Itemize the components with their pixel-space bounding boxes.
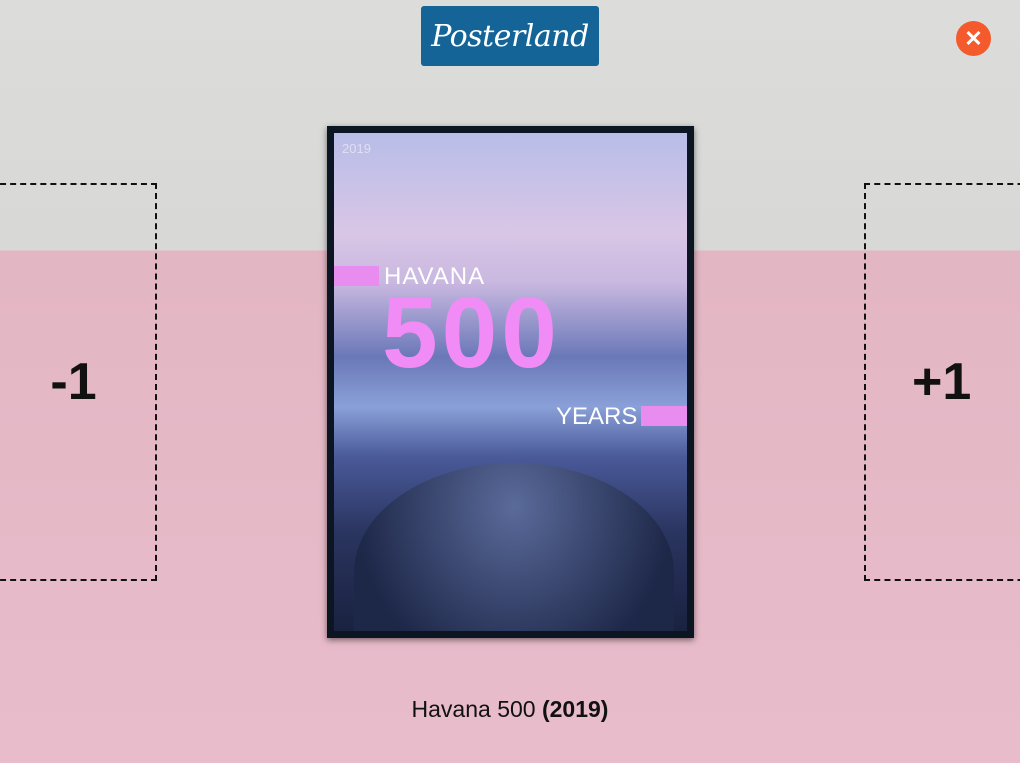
close-button[interactable]: ✕ (956, 21, 991, 56)
poster-accent-bar (334, 266, 379, 286)
vote-up-label: +1 (912, 353, 972, 411)
poster-years-text: YEARS (556, 403, 638, 430)
close-icon: ✕ (964, 25, 983, 51)
poster-500-text: 500 (382, 277, 561, 389)
poster-accent-bar (641, 406, 687, 426)
cannon-image (354, 463, 674, 631)
vote-down-label: -1 (50, 353, 97, 411)
poster-title: Havana 500 (411, 696, 536, 722)
vote-up-zone[interactable]: +1 (864, 183, 1020, 581)
poster-caption: Havana 500 (2019) (0, 696, 1020, 723)
posterland-logo: Posterland (421, 6, 599, 66)
poster-image: 2019 HAVANA 500 YEARS (327, 126, 694, 638)
vote-down-zone[interactable]: -1 (0, 183, 157, 581)
poster-year: 2019 (342, 141, 371, 156)
poster-year-caption: (2019) (541, 696, 609, 722)
